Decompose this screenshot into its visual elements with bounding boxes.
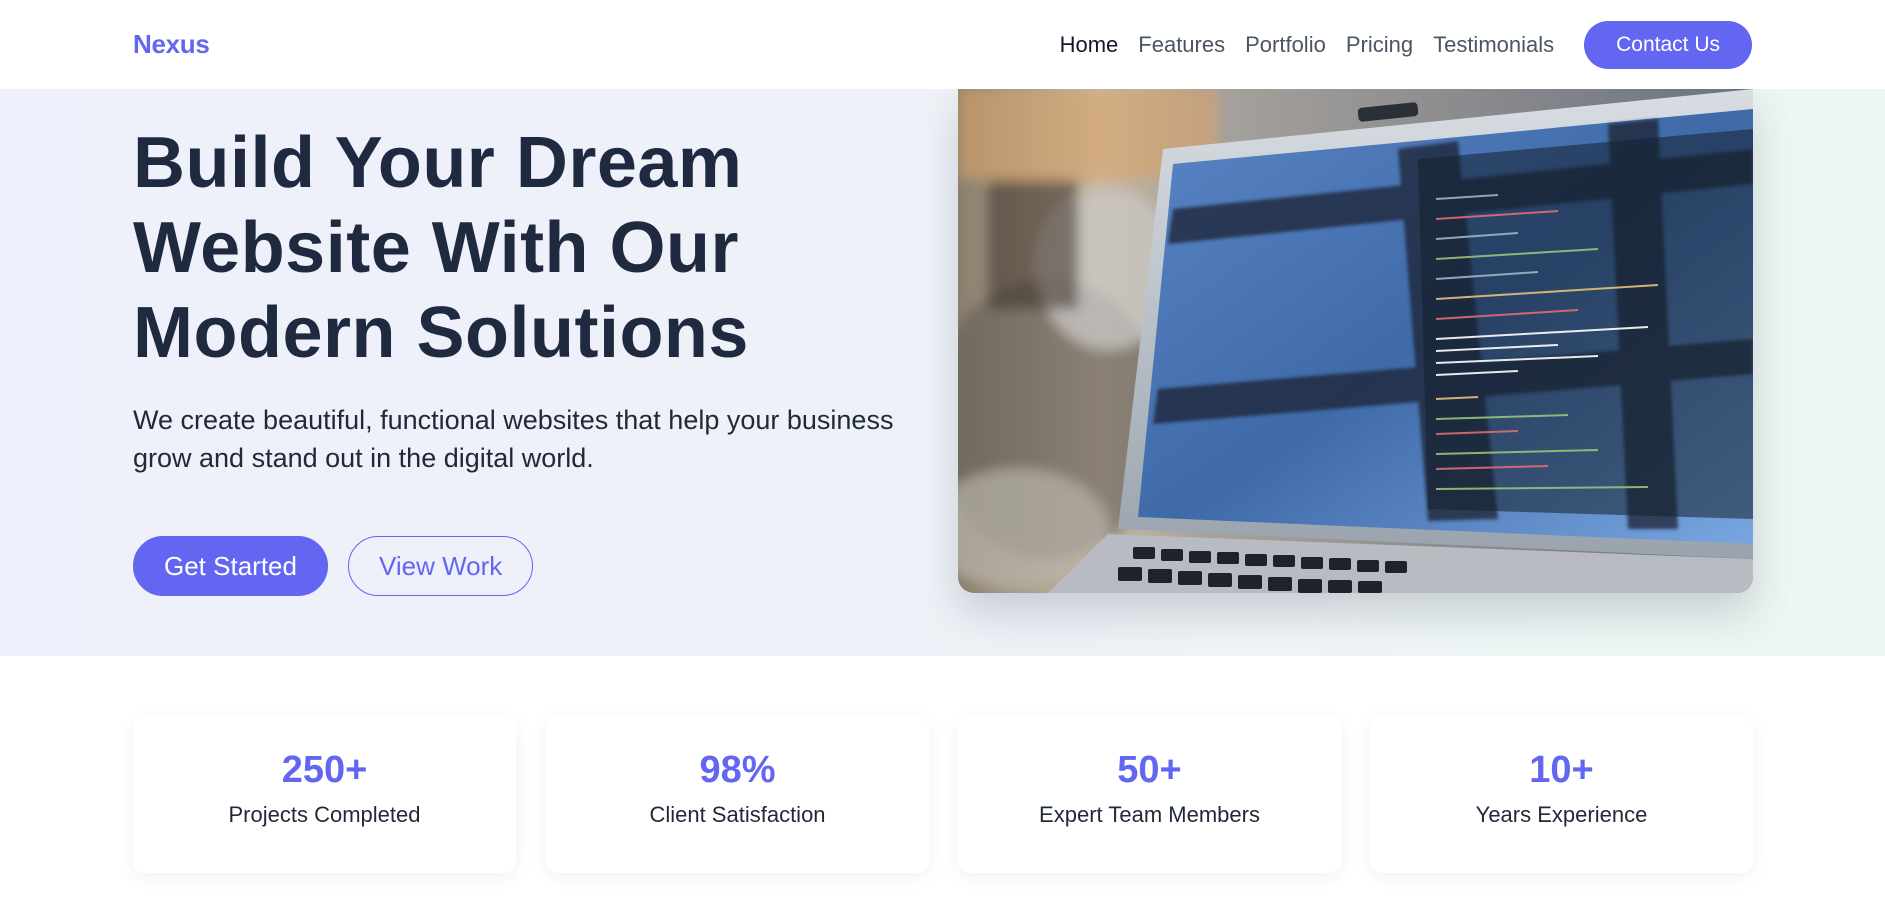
nav-link-testimonials[interactable]: Testimonials <box>1433 32 1554 58</box>
hero-laptop-image <box>958 89 1753 593</box>
nav-link-portfolio[interactable]: Portfolio <box>1245 32 1326 58</box>
stat-value: 50+ <box>1117 749 1182 791</box>
nav-link-pricing[interactable]: Pricing <box>1346 32 1413 58</box>
nav-right: Home Features Portfolio Pricing Testimon… <box>1040 20 1752 69</box>
hero-title-line: Website With Our <box>133 208 740 288</box>
stat-value: 250+ <box>281 749 368 791</box>
stat-card: 10+ Years Experience <box>1370 716 1753 873</box>
stat-value: 98% <box>699 749 776 791</box>
stats-section: 250+ Projects Completed 98% Client Satis… <box>0 656 1885 909</box>
hero-subtitle: We create beautiful, functional websites… <box>133 405 894 473</box>
hero-title-line: Modern Solutions <box>133 293 749 373</box>
hero-title-line: Build Your Dream <box>133 123 743 203</box>
stat-label: Client Satisfaction <box>649 802 826 827</box>
get-started-button[interactable]: Get Started <box>133 536 328 596</box>
hero-buttons: Get Started View Work <box>133 536 534 596</box>
stat-label: Years Experience <box>1475 802 1648 827</box>
stat-label: Projects Completed <box>228 802 421 827</box>
stat-card: 250+ Projects Completed <box>133 716 516 873</box>
nav-link-home[interactable]: Home <box>1060 32 1119 58</box>
stat-card: 98% Client Satisfaction <box>546 716 929 873</box>
hero-section: Build Your Dream Website With Our Modern… <box>0 89 1885 656</box>
hero-title: Build Your Dream Website With Our Modern… <box>133 121 913 376</box>
stat-value: 10+ <box>1529 749 1594 791</box>
brand-logo[interactable]: Nexus <box>133 29 210 60</box>
navbar: Nexus Home Features Portfolio Pricing Te… <box>0 0 1885 89</box>
stat-label: Expert Team Members <box>1039 802 1260 827</box>
view-work-button[interactable]: View Work <box>347 536 534 596</box>
contact-us-button[interactable]: Contact Us <box>1584 20 1752 69</box>
nav-links: Home Features Portfolio Pricing Testimon… <box>1040 32 1555 58</box>
nav-link-features[interactable]: Features <box>1138 32 1225 58</box>
stat-card: 50+ Expert Team Members <box>958 716 1341 873</box>
